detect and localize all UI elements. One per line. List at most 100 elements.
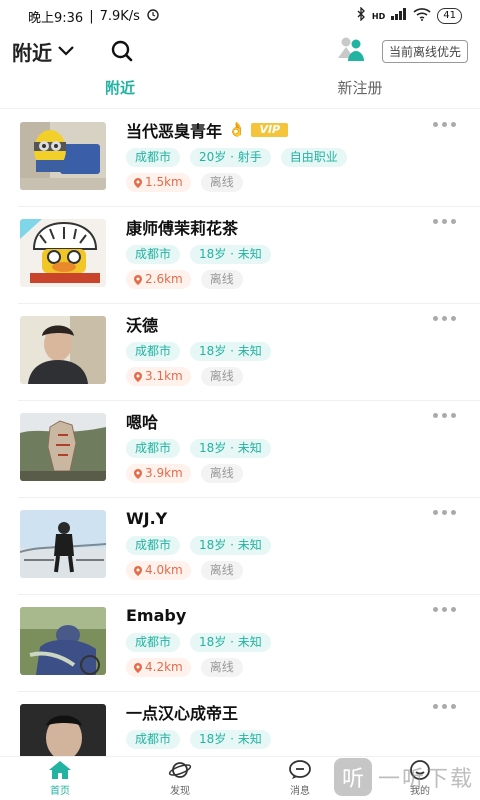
location-pin-icon xyxy=(134,468,142,479)
age-tag: 18岁 · 未知 xyxy=(190,536,271,555)
distance-text: 3.9km xyxy=(145,466,183,480)
name-line: 康师傅茉莉花茶 xyxy=(126,215,420,239)
user-info: 一点汉心成帝王 成都市 18岁 · 未知 xyxy=(126,700,420,749)
status-badge: 离线 xyxy=(200,367,243,386)
avatar[interactable] xyxy=(20,413,106,481)
user-info: 康师傅茉莉花茶 成都市 18岁 · 未知 2.6km 离线 xyxy=(126,215,420,289)
divider xyxy=(0,108,480,109)
age-tag: 18岁 · 未知 xyxy=(190,245,271,264)
watermark-text: 一听下载 xyxy=(377,767,474,792)
list-item[interactable]: WJ.Y 成都市 18岁 · 未知 4.0km 离线 xyxy=(18,498,480,595)
location-title: 附近 xyxy=(12,40,52,65)
meta: 1.5km 离线 xyxy=(126,173,420,192)
list-item[interactable]: 沃德 成都市 18岁 · 未知 3.1km 离线 xyxy=(18,304,480,401)
more-icon[interactable] xyxy=(433,607,456,612)
city-tag: 成都市 xyxy=(126,342,181,361)
status-badge: 离线 xyxy=(200,658,243,677)
user-info: Emaby 成都市 18岁 · 未知 4.2km 离线 xyxy=(126,603,420,677)
tags: 成都市 18岁 · 未知 xyxy=(126,536,420,555)
status-badge: 离线 xyxy=(200,464,243,483)
battery-indicator: 41 xyxy=(437,8,462,24)
status-bar-right: HD 41 xyxy=(356,6,462,25)
job-tag: 自由职业 xyxy=(280,148,347,167)
location-pin-icon xyxy=(134,565,142,576)
tags: 成都市 20岁 · 射手 自由职业 xyxy=(126,148,420,167)
status-badge: 离线 xyxy=(200,270,243,289)
more-icon[interactable] xyxy=(433,704,456,709)
wifi-icon xyxy=(413,7,431,25)
tags: 成都市 18岁 · 未知 xyxy=(126,342,420,361)
nav-label: 发现 xyxy=(170,786,190,797)
user-name: 一点汉心成帝王 xyxy=(126,704,239,723)
avatar[interactable] xyxy=(20,219,106,287)
status-time: 晚上9:36 xyxy=(28,10,84,26)
more-icon[interactable] xyxy=(433,413,456,418)
vip-badge: VIP xyxy=(251,123,289,137)
city-tag: 成都市 xyxy=(126,148,181,167)
avatar[interactable] xyxy=(20,510,106,578)
offline-first-button[interactable]: 当前离线优先 xyxy=(381,39,468,63)
tags: 成都市 18岁 · 未知 xyxy=(126,245,420,264)
user-info: 沃德 成都市 18岁 · 未知 3.1km 离线 xyxy=(126,312,420,386)
status-bar: 晚上9:36 | 7.9K/s HD 41 xyxy=(0,0,480,32)
list-item[interactable]: Emaby 成都市 18岁 · 未知 4.2km 离线 xyxy=(18,595,480,692)
tab-nearby[interactable]: 附近 xyxy=(0,72,240,108)
nav-home[interactable]: 首页 xyxy=(0,757,120,800)
avatar[interactable] xyxy=(20,316,106,384)
gender-filter-icon[interactable] xyxy=(334,36,368,66)
user-info: 当代恶臭青年 👌 VIP 成都市 20岁 · 射手 自由职业 1.5km 离线 xyxy=(126,118,420,192)
tab-new-registered[interactable]: 新注册 xyxy=(240,72,480,108)
header: 附近 当前离线优先 xyxy=(0,32,480,70)
header-actions: 当前离线优先 xyxy=(334,36,468,66)
user-name: 沃德 xyxy=(126,316,159,335)
location-pin-icon xyxy=(134,662,142,673)
list-item[interactable]: 当代恶臭青年 👌 VIP 成都市 20岁 · 射手 自由职业 1.5km 离线 xyxy=(18,110,480,207)
distance-text: 4.2km xyxy=(145,660,183,674)
distance-badge: 3.1km xyxy=(126,367,191,386)
city-tag: 成都市 xyxy=(126,730,181,749)
nav-discover[interactable]: 发现 xyxy=(120,757,240,800)
name-line: 当代恶臭青年 👌 VIP xyxy=(126,118,420,142)
list-item[interactable]: 一点汉心成帝王 成都市 18岁 · 未知 xyxy=(18,692,480,756)
search-icon[interactable] xyxy=(110,39,134,63)
name-line: 沃德 xyxy=(126,312,420,336)
tags: 成都市 18岁 · 未知 xyxy=(126,439,420,458)
avatar[interactable] xyxy=(20,704,106,756)
status-separator: | xyxy=(89,8,94,24)
alarm-icon xyxy=(146,7,160,25)
name-line: 嗯哈 xyxy=(126,409,420,433)
status-badge: 离线 xyxy=(200,173,243,192)
meta: 3.1km 离线 xyxy=(126,367,420,386)
city-tag: 成都市 xyxy=(126,633,181,652)
meta: 4.0km 离线 xyxy=(126,561,420,580)
age-tag: 18岁 · 未知 xyxy=(190,730,271,749)
distance-badge: 4.0km xyxy=(126,561,191,580)
avatar[interactable] xyxy=(20,607,106,675)
user-name: Emaby xyxy=(126,605,187,625)
distance-badge: 4.2km xyxy=(126,658,191,677)
age-tag: 20岁 · 射手 xyxy=(190,148,271,167)
user-info: WJ.Y 成都市 18岁 · 未知 4.0km 离线 xyxy=(126,506,420,580)
tags: 成都市 18岁 · 未知 xyxy=(126,730,420,749)
user-name: WJ.Y xyxy=(126,508,168,528)
more-icon[interactable] xyxy=(433,316,456,321)
distance-text: 1.5km xyxy=(145,175,183,189)
more-icon[interactable] xyxy=(433,510,456,515)
user-name: 康师傅茉莉花茶 xyxy=(126,219,239,238)
name-line: 一点汉心成帝王 xyxy=(126,700,420,724)
name-line: WJ.Y xyxy=(126,506,420,530)
home-icon xyxy=(49,761,71,779)
age-tag: 18岁 · 未知 xyxy=(190,342,271,361)
avatar[interactable] xyxy=(20,122,106,190)
city-tag: 成都市 xyxy=(126,245,181,264)
location-pin-icon xyxy=(134,274,142,285)
bluetooth-icon xyxy=(356,6,366,25)
more-icon[interactable] xyxy=(433,219,456,224)
watermark-logo: 听 xyxy=(333,758,372,796)
location-selector[interactable]: 附近 xyxy=(12,37,76,66)
more-icon[interactable] xyxy=(433,122,456,127)
list-item[interactable]: 嗯哈 成都市 18岁 · 未知 3.9km 离线 xyxy=(18,401,480,498)
meta: 3.9km 离线 xyxy=(126,464,420,483)
list-item[interactable]: 康师傅茉莉花茶 成都市 18岁 · 未知 2.6km 离线 xyxy=(18,207,480,304)
message-icon xyxy=(289,760,311,779)
